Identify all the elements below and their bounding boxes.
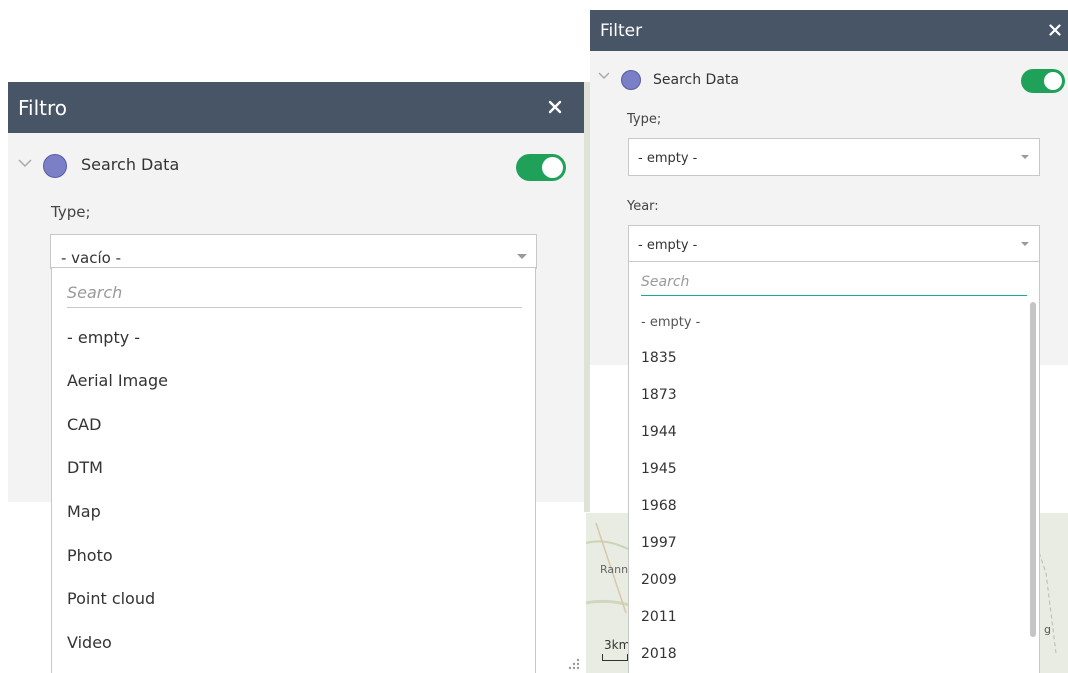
resize-grip-icon[interactable] [567,657,581,671]
option-label: 1968 [641,498,677,514]
search-placeholder: Search [67,283,123,302]
dropdown-option[interactable]: - empty - [52,318,535,358]
dropdown-option[interactable]: Video [52,623,535,663]
dropdown-option[interactable]: DTM [52,448,535,488]
option-label: 1873 [641,387,677,403]
dropdown-option[interactable]: Map [52,492,535,532]
layer-symbol-icon [43,154,67,178]
screenshot-stage: Rann g 3km Filtro Search Data Type; - va… [0,0,1068,673]
option-label: - empty - [641,315,701,330]
dropdown-option[interactable]: Point cloud [52,579,535,619]
type-label: Type; [51,203,91,221]
layer-name: Search Data [81,155,180,174]
type-select[interactable]: - empty - [628,138,1040,176]
caret-down-icon [1021,242,1029,246]
caret-down-icon [1021,155,1029,159]
dropdown-option[interactable]: 2018 [629,637,1039,673]
search-placeholder: Search [641,274,690,290]
option-label: - empty - [67,328,141,347]
dropdown-option[interactable]: CAD [52,405,535,445]
dropdown-option[interactable]: - empty - [629,306,1039,343]
year-label: Year: [627,199,659,214]
close-icon[interactable] [548,100,562,114]
type-select-value: - empty - [638,151,698,166]
dropdown-option[interactable]: 1997 [629,526,1039,563]
dropdown-option[interactable]: 2009 [629,563,1039,600]
option-label: 2009 [641,572,677,588]
scale-bar [602,654,628,661]
year-select-value: - empty - [638,238,698,253]
option-label: Video [67,633,112,652]
option-label: 1944 [641,424,677,440]
dropdown-option[interactable]: 1873 [629,378,1039,415]
chevron-down-icon[interactable] [18,159,32,168]
layer-symbol-icon [621,70,641,90]
toggle-knob [542,157,563,178]
dropdown-option[interactable]: Photo [52,536,535,576]
layer-toggle[interactable] [516,154,566,181]
layer-name: Search Data [653,72,739,88]
toggle-knob [1044,72,1062,90]
year-dropdown-list: Search - empty - 1835 1873 1944 1945 196… [628,261,1040,673]
option-label: Map [67,502,101,521]
option-label: DTM [67,458,103,477]
dropdown-scrollbar[interactable] [1030,302,1036,637]
option-label: 1997 [641,535,677,551]
option-label: Photo [67,546,113,565]
option-label: Point cloud [67,589,156,608]
option-label: CAD [67,415,102,434]
option-label: 1835 [641,350,677,366]
caret-down-icon [517,254,527,259]
year-select[interactable]: - empty - [628,225,1040,263]
search-underline [67,307,522,308]
option-label: 2011 [641,609,677,625]
scale-bar-label: 3km [604,638,631,652]
type-label: Type; [627,112,662,127]
dropdown-option[interactable]: 2011 [629,600,1039,637]
dropdown-option[interactable]: Aerial Image [52,361,535,401]
chevron-down-icon[interactable] [598,72,610,80]
close-icon[interactable] [1049,24,1061,36]
widget-title: Filter [600,21,643,41]
search-underline [641,295,1027,296]
type-dropdown-list: Search - empty - Aerial Image CAD DTM Ma… [51,267,536,673]
dropdown-option[interactable]: 1944 [629,415,1039,452]
map-edge-label: g [1044,623,1051,636]
widget-header: Filtro [8,82,584,133]
layer-toggle[interactable] [1021,69,1065,93]
widget-header: Filter [590,10,1068,51]
widget-title: Filtro [18,96,68,120]
option-label: 1945 [641,461,677,477]
type-select[interactable]: - vacío - [50,234,537,269]
map-place-label: Rann [600,563,629,576]
dropdown-option[interactable]: 1968 [629,489,1039,526]
option-label: Aerial Image [67,371,168,390]
type-select-value: - vacío - [61,249,122,267]
dropdown-option[interactable]: 1835 [629,341,1039,378]
dropdown-option[interactable]: 1945 [629,452,1039,489]
option-label: 2018 [641,646,677,662]
